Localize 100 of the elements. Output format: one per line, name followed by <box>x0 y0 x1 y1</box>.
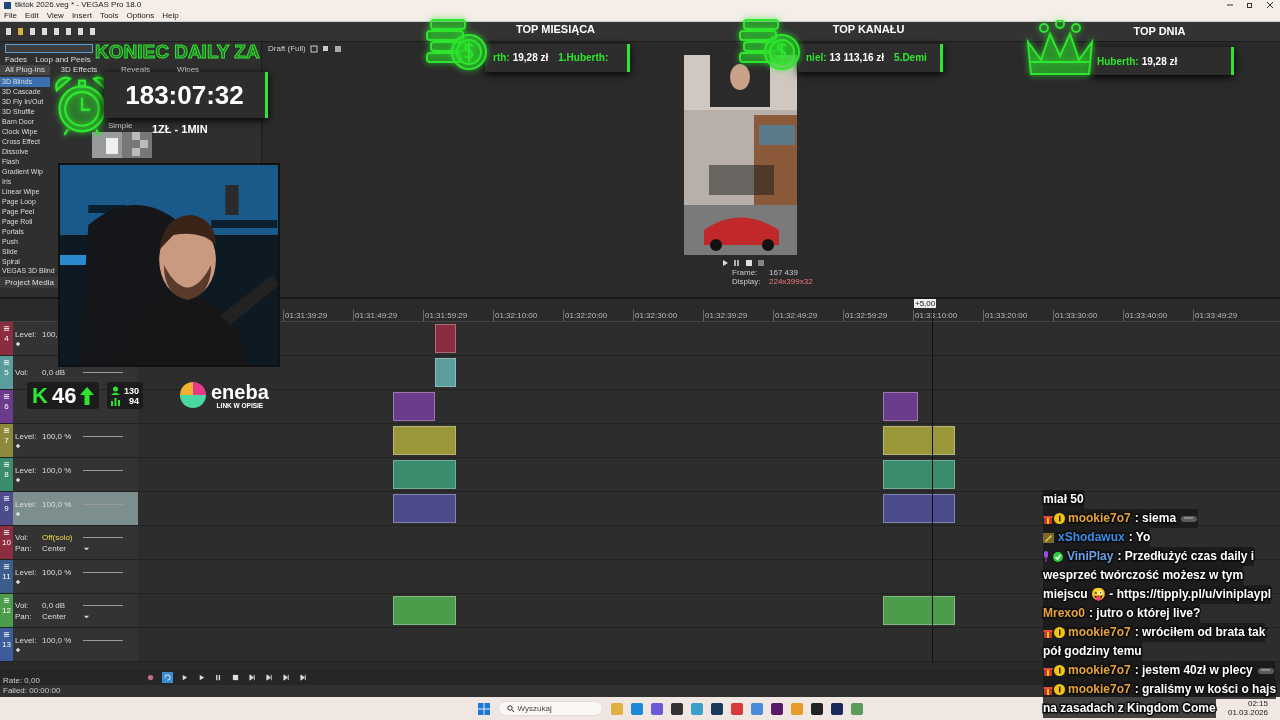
clock-time: 02:15 <box>1247 699 1268 708</box>
stop-button[interactable] <box>230 672 241 683</box>
tab[interactable]: Reveals <box>108 65 163 75</box>
clip[interactable] <box>393 596 456 625</box>
ruler-label: 01:33:20:00 <box>983 310 1053 321</box>
chat-text: na zasadach z Kingdom Come <box>1043 700 1216 717</box>
menu-item[interactable]: View <box>46 10 64 21</box>
clip[interactable] <box>435 358 456 387</box>
viewers-icon <box>111 385 120 406</box>
track-number: 11 <box>2 572 11 581</box>
info-value: 224x399x32 <box>769 277 814 286</box>
tier-badge-icon <box>1054 627 1065 638</box>
tab[interactable]: Project Media <box>0 277 59 288</box>
diamond-icon[interactable] <box>15 341 21 347</box>
taskbar-app-icon[interactable] <box>770 702 783 715</box>
chat-text: : jestem 40zł w plecy <box>1134 662 1253 679</box>
pencil-icon <box>1043 532 1054 543</box>
play-icon[interactable] <box>721 259 729 267</box>
track-value: 100,0 % <box>42 500 73 509</box>
chat-text: : jutro o której live? <box>1089 605 1201 622</box>
clip[interactable] <box>883 596 955 625</box>
search-icon <box>506 705 514 712</box>
pause-icon <box>215 674 222 681</box>
menu-item[interactable]: Insert <box>71 10 92 21</box>
tab[interactable]: 3D Effects <box>50 65 108 75</box>
menu-item[interactable]: Tools <box>99 10 119 21</box>
taskbar-app-icon[interactable] <box>670 702 683 715</box>
tab[interactable]: Wipes <box>163 65 213 75</box>
copy-icon[interactable] <box>321 44 330 53</box>
tab[interactable]: All Plug-ins <box>0 65 50 75</box>
clip[interactable] <box>393 426 456 455</box>
clip[interactable] <box>883 460 955 489</box>
track-number: 10 <box>2 538 11 547</box>
follower-count: 46 <box>51 384 77 407</box>
clip[interactable] <box>883 494 955 523</box>
gift-icon <box>1043 513 1053 524</box>
windows-icon[interactable] <box>477 702 490 715</box>
ruler-label: 01:32:10:00 <box>493 310 563 321</box>
diamond-icon[interactable] <box>15 579 21 585</box>
save-icon[interactable] <box>333 44 342 53</box>
ruler-label: 01:32:30:00 <box>633 310 703 321</box>
forward-button[interactable] <box>298 672 309 683</box>
chat-text: : Przedłużyć czas daily i <box>1117 548 1255 565</box>
next-button[interactable] <box>264 672 275 683</box>
taskbar-app-icon[interactable] <box>710 702 723 715</box>
search-field[interactable] <box>5 44 93 53</box>
chat-text: : siema <box>1134 510 1177 527</box>
leaderboard-entry: 1.Huberth: <box>558 52 610 63</box>
clip[interactable] <box>393 392 435 421</box>
diamond-icon[interactable] <box>15 443 21 449</box>
mic-button[interactable] <box>145 672 156 683</box>
clip[interactable] <box>393 460 456 489</box>
chat-text: : graliśmy w kości o hajs <box>1134 681 1277 698</box>
quality-dropdown[interactable]: Draft (Full) <box>268 44 306 53</box>
track-value: Off(solo) <box>42 532 74 542</box>
menu-item[interactable]: File <box>4 10 17 21</box>
ruler-label: 01:32:39:29 <box>703 310 773 321</box>
grid-icon[interactable] <box>309 44 318 53</box>
menu-item[interactable]: Edit <box>24 10 39 21</box>
track-label: Level: <box>15 500 38 509</box>
viewer-count: 130 <box>124 385 140 396</box>
track-label: Vol: <box>15 532 30 542</box>
gift-icon <box>1043 684 1053 695</box>
ruler-label: 01:32:59:29 <box>843 310 913 321</box>
info-value: 167 439 <box>769 268 799 277</box>
taskbar-app-icon[interactable] <box>830 702 843 715</box>
menu-item[interactable]: Help <box>162 10 179 21</box>
restore-icon[interactable] <box>1247 2 1253 8</box>
taskbar-app-icon[interactable] <box>810 702 823 715</box>
diamond-icon[interactable] <box>15 647 21 653</box>
menu-icon[interactable] <box>757 259 765 267</box>
microphone-icon <box>1043 551 1049 562</box>
menu-item[interactable]: Options <box>126 10 155 21</box>
leaderboard-entry: 5.Demi <box>894 52 928 63</box>
stop-icon[interactable] <box>745 259 753 267</box>
clip[interactable] <box>393 494 456 523</box>
mic-icon <box>147 674 154 681</box>
pause-icon[interactable] <box>733 259 741 267</box>
track-value: 0,0 dB <box>42 368 67 377</box>
chat-text: pół godziny temu <box>1043 643 1142 660</box>
gift-icon <box>1043 627 1053 638</box>
diamond-icon[interactable] <box>15 477 21 483</box>
countdown: 183:07:32 <box>125 79 244 111</box>
sponsor-name: eneba <box>211 381 269 402</box>
minimize-icon[interactable] <box>1227 2 1233 8</box>
chat-text: : wróciłem od brata tak <box>1134 624 1266 641</box>
track-number: 5 <box>4 368 9 377</box>
tab[interactable]: Fades <box>0 55 32 65</box>
chat-username: ViniPlay <box>1067 548 1114 565</box>
leaderboard-entry: niel: 13 113,16 zł <box>806 52 885 63</box>
close-icon[interactable] <box>1267 2 1273 8</box>
track-value: 100,0 % <box>42 466 73 475</box>
search-field[interactable]: Wyszukaj <box>497 701 603 716</box>
tab[interactable]: Loop and Peels <box>32 55 94 65</box>
track-value: 100,0 % <box>42 568 73 577</box>
check-circle-icon <box>1053 551 1063 562</box>
clip[interactable] <box>435 324 456 353</box>
clip[interactable] <box>883 392 918 421</box>
clip[interactable] <box>883 426 955 455</box>
track-label: Level: <box>15 432 38 441</box>
